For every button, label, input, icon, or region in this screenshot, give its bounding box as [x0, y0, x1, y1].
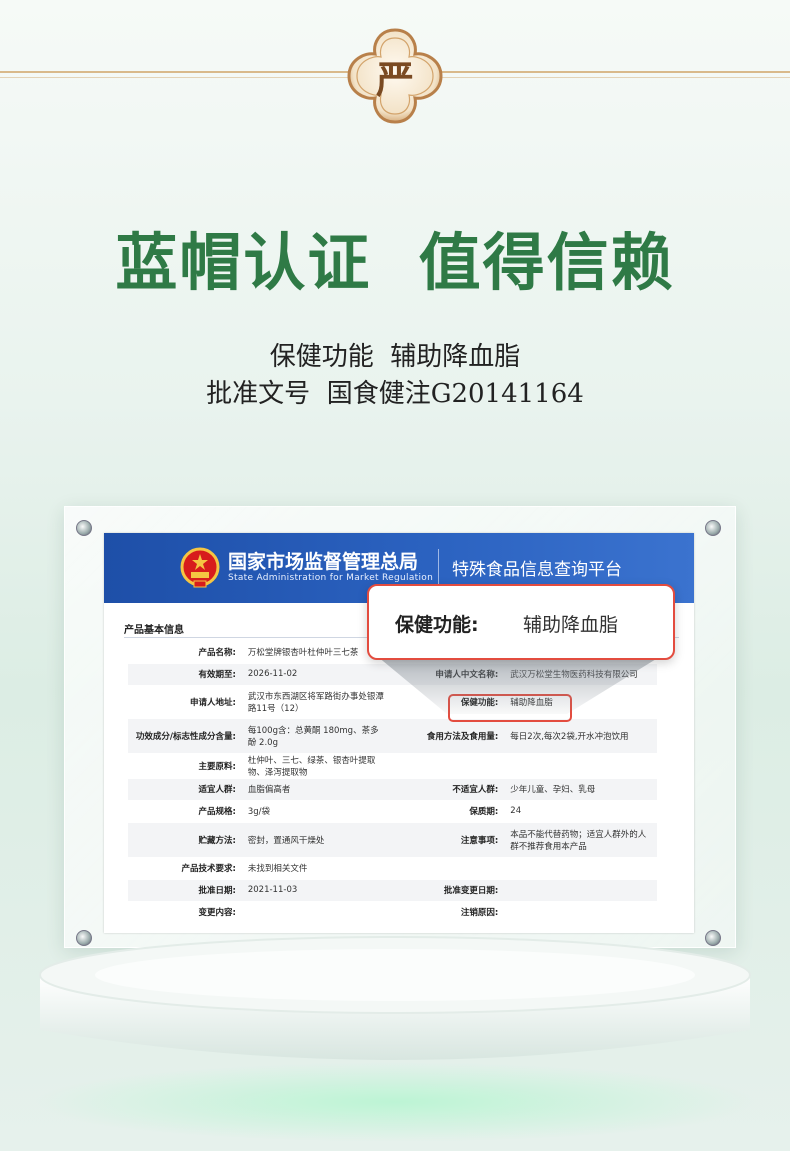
row-label: 食用方法及食用量:	[390, 718, 505, 754]
row-value: 24	[504, 800, 657, 823]
row-value	[504, 879, 657, 902]
row-label: 主要原料:	[128, 753, 242, 779]
display-podium	[35, 936, 755, 1142]
table-row: 产品技术要求: 未找到相关文件	[128, 857, 657, 880]
row-label: 贮藏方法:	[128, 822, 242, 858]
row-label: 产品规格:	[128, 800, 242, 823]
callout-pointer	[377, 656, 661, 714]
row-label	[390, 753, 505, 779]
platform-name: 特殊食品信息查询平台	[452, 560, 622, 580]
row-label: 产品技术要求:	[128, 857, 242, 880]
row-label: 申请人地址:	[128, 685, 242, 719]
row-value: 杜仲叶、三七、绿茶、银杏叶提取物、泽泻提取物	[241, 753, 391, 779]
screw-icon	[705, 520, 721, 536]
row-value: 未找到相关文件	[241, 857, 391, 880]
row-value: 血脂偏高者	[241, 778, 391, 801]
row-value: 每日2次,每次2袋,开水冲泡饮用	[504, 718, 657, 754]
row-value: 3g/袋	[241, 800, 391, 823]
row-value: 2021-11-03	[241, 879, 391, 902]
table-row: 变更内容: 注销原因:	[128, 901, 657, 924]
callout-value: 辅助降血脂	[523, 614, 619, 636]
org-name-cn: 国家市场监督管理总局	[228, 551, 419, 573]
row-value	[504, 753, 657, 779]
row-label: 有效期至:	[128, 663, 242, 686]
banner-divider	[438, 549, 439, 589]
table-row: 贮藏方法: 密封，置通风干燥处 注意事项: 本品不能代替药物；适宜人群外的人群不推荐食…	[128, 822, 657, 858]
row-label: 保质期:	[390, 800, 505, 823]
row-label: 批准变更日期:	[390, 879, 505, 902]
row-label: 注销原因:	[390, 901, 505, 924]
row-label: 变更内容:	[128, 901, 242, 924]
row-label: 产品名称:	[128, 641, 242, 664]
row-label: 适宜人群:	[128, 778, 242, 801]
table-row: 功效成分/标志性成分含量: 每100g含：总黄酮 180mg、茶多酚 2.0g 食用…	[128, 718, 657, 754]
badge-character: 严	[375, 56, 414, 102]
row-value	[504, 901, 657, 924]
row-label: 功效成分/标志性成分含量:	[128, 718, 242, 754]
row-value: 每100g含：总黄酮 180mg、茶多酚 2.0g	[241, 718, 391, 754]
table-row: 主要原料: 杜仲叶、三七、绿茶、银杏叶提取物、泽泻提取物	[128, 753, 657, 779]
row-label: 不适宜人群:	[390, 778, 505, 801]
health-function-callout: 保健功能: 辅助降血脂	[367, 584, 675, 660]
screw-icon	[76, 520, 92, 536]
row-label	[390, 857, 505, 880]
table-row: 产品规格: 3g/袋 保质期: 24	[128, 800, 657, 823]
row-label: 注意事项:	[390, 822, 505, 858]
row-value	[241, 901, 391, 924]
section-title: 产品基本信息	[124, 625, 184, 636]
subline-approval-number: 批准文号 国食健注G20141164	[206, 379, 584, 409]
row-value	[504, 857, 657, 880]
row-value: 少年儿童、孕妇、乳母	[504, 778, 657, 801]
org-name-en: State Administration for Market Regulati…	[228, 573, 434, 583]
callout-label: 保健功能:	[395, 614, 479, 636]
row-value: 本品不能代替药物；适宜人群外的人群不推荐食用本产品	[504, 822, 657, 858]
badge: 严	[345, 26, 445, 126]
row-value: 密封，置通风干燥处	[241, 822, 391, 858]
national-emblem-icon	[180, 547, 220, 588]
headline: 蓝帽认证 值得信赖	[115, 226, 675, 299]
table-row: 适宜人群: 血脂偏高者 不适宜人群: 少年儿童、孕妇、乳母	[128, 778, 657, 801]
row-label: 批准日期:	[128, 879, 242, 902]
table-row: 批准日期: 2021-11-03 批准变更日期:	[128, 879, 657, 902]
subline-function: 保健功能 辅助降血脂	[269, 342, 521, 372]
